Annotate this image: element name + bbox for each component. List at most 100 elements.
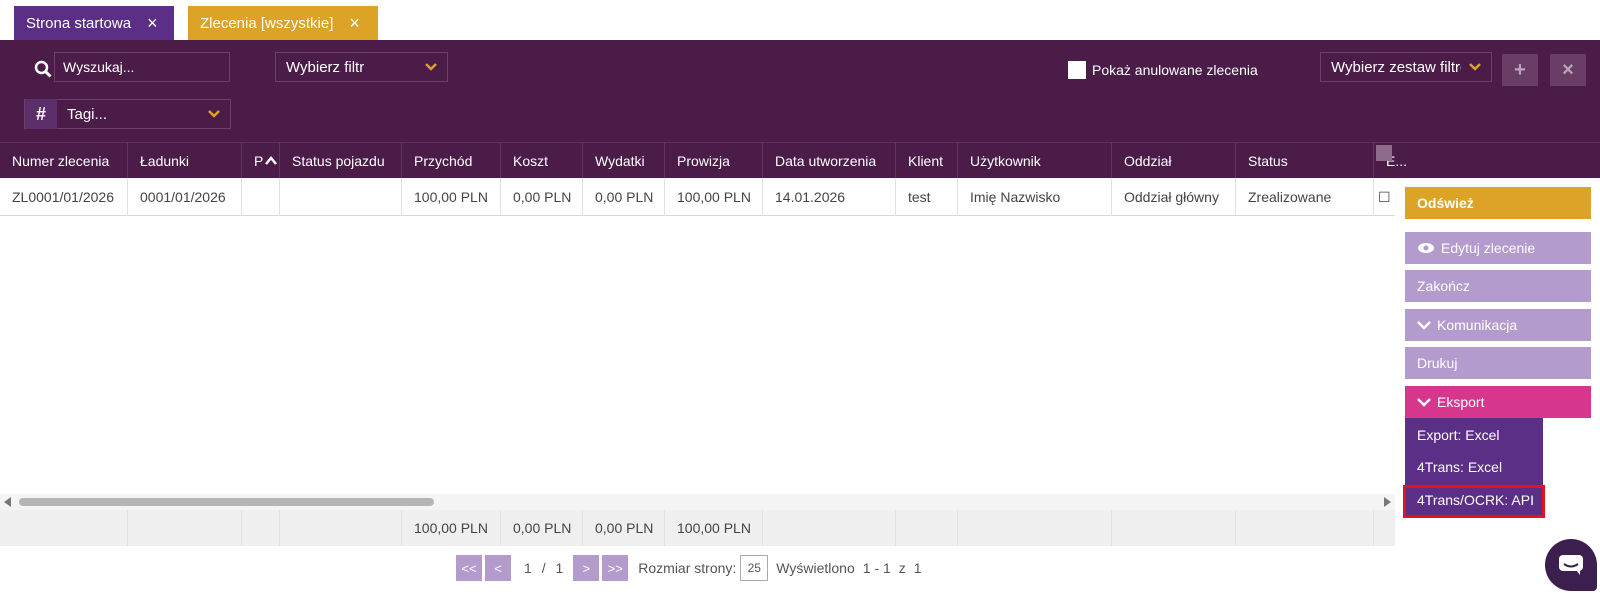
scrollbar-thumb[interactable] [19,498,434,506]
table-row[interactable]: ZL0001/01/2026 0001/01/2026 100,00 PLN 0… [0,178,1395,216]
sort-up-icon [265,156,278,165]
tab-home-label: Strona startowa [26,14,132,32]
filter-select[interactable]: Wybierz filtr [275,52,448,82]
column-header[interactable]: Użytkownik [958,143,1112,179]
tab-bar: Strona startowa × Zlecenia [wszystkie] × [0,0,1600,40]
refresh-button[interactable]: Odśwież [1405,187,1591,219]
gear-icon[interactable] [1376,145,1392,161]
finish-button[interactable]: Zakończ [1405,270,1591,302]
first-page-button[interactable]: << [456,555,482,581]
cell-expenses: 0,00 PLN [583,178,665,216]
column-header[interactable]: Numer zlecenia [0,143,128,179]
shown-range: 1 - 1 [862,560,891,576]
column-header[interactable]: Koszt [501,143,583,179]
column-header[interactable]: Wydatki [583,143,665,179]
shown-total: 1 [913,560,922,576]
filter-set-label: Wybierz zestaw filtrów [1331,58,1461,76]
tab-orders-label: Zlecenia [wszystkie] [200,14,334,32]
total-cell-empty [280,510,402,546]
totals-row: 100,00 PLN 0,00 PLN 0,00 PLN 100,00 PLN [0,510,1395,546]
total-cell-empty [242,510,280,546]
cell-cost: 0,00 PLN [501,178,583,216]
close-icon[interactable]: × [147,14,158,32]
tab-orders[interactable]: Zlecenia [wszystkie] × [188,6,378,40]
prev-page-button[interactable]: < [485,555,511,581]
page-size-input[interactable]: 25 [740,555,769,581]
horizontal-scrollbar[interactable] [0,494,1395,510]
edit-order-label: Edytuj zlecenie [1441,240,1536,256]
total-cell-empty [1112,510,1236,546]
scroll-right-icon[interactable] [1384,497,1391,507]
filter-select-label: Wybierz filtr [286,58,365,76]
total-revenue: 100,00 PLN [402,510,501,546]
tags-select-label: Tagi... [67,105,108,123]
column-header[interactable]: Prowizja [665,143,763,179]
shown-label: Wyświetlono [776,560,855,576]
column-header[interactable]: Ładunki [128,143,242,179]
show-cancelled-toggle[interactable]: Pokaż anulowane zlecenia [1068,61,1258,79]
column-header[interactable]: Data utworzenia [763,143,896,179]
search-input[interactable]: Wyszukaj... [54,52,230,82]
menu-item-export-excel[interactable]: Export: Excel [1405,419,1543,451]
cell-client: test [896,178,958,216]
cell-p [242,178,280,216]
menu-item-4trans-excel[interactable]: 4Trans: Excel [1405,451,1543,483]
column-header[interactable]: Status pojazdu [280,143,402,179]
chevron-down-icon [1417,398,1431,407]
page-size-label: Rozmiar strony: [638,560,737,576]
communication-button[interactable]: Komunikacja [1405,309,1591,341]
page-indicator: 1 / 1 [524,560,563,576]
show-cancelled-label: Pokaż anulowane zlecenia [1092,62,1258,78]
chevron-down-icon [1469,63,1481,71]
total-commission: 100,00 PLN [665,510,763,546]
eye-icon [1418,243,1434,253]
total-cell-empty [896,510,958,546]
total-cell-empty [1236,510,1374,546]
export-label: Eksport [1437,394,1485,410]
highlight-box [1403,485,1545,518]
total-cell-empty [958,510,1112,546]
total-cost: 0,00 PLN [501,510,583,546]
total-cell-empty [0,510,128,546]
export-button[interactable]: Eksport [1405,386,1591,418]
cell-revenue: 100,00 PLN [402,178,501,216]
chevron-down-icon [208,110,220,118]
column-header[interactable]: Przychód [402,143,501,179]
last-page-button[interactable]: >> [602,555,629,581]
chat-button[interactable] [1545,539,1597,591]
chevron-down-icon [1417,321,1431,330]
cell-order-number: ZL0001/01/2026 [0,178,128,216]
column-header-sorted[interactable]: P [242,143,280,179]
edit-order-button[interactable]: Edytuj zlecenie [1405,232,1591,264]
cell-branch: Oddział główny [1112,178,1236,216]
communication-label: Komunikacja [1437,317,1518,333]
total-cell-empty [763,510,896,546]
grid-header: Numer zlecenia Ładunki P Status pojazdu … [0,142,1600,179]
cell-vehicle-status [280,178,402,216]
filter-set-select[interactable]: Wybierz zestaw filtrów [1320,52,1492,82]
pagination: << < 1 / 1 > >> Rozmiar strony: 25 Wyświ… [456,555,922,581]
next-page-button[interactable]: > [573,555,600,581]
cell-e[interactable]: ☐ I [1374,178,1395,216]
column-header[interactable]: Klient [896,143,958,179]
tags-select[interactable]: # Tagi... [24,99,231,129]
page-separator: / [541,560,546,576]
close-icon[interactable]: × [349,14,360,32]
delete-filter-set-button[interactable]: × [1550,54,1586,86]
of-label: z [898,560,906,576]
tab-home[interactable]: Strona startowa × [14,6,174,40]
add-filter-set-button[interactable]: + [1502,54,1538,86]
cell-commission: 100,00 PLN [665,178,763,216]
current-page: 1 [524,560,532,576]
show-cancelled-checkbox[interactable] [1068,61,1086,79]
print-button[interactable]: Drukuj [1405,347,1591,379]
column-header-label: P [254,153,264,169]
chat-icon [1559,555,1583,575]
cell-loads: 0001/01/2026 [128,178,242,216]
column-header[interactable]: Oddział [1112,143,1236,179]
column-header[interactable]: Status [1236,143,1374,179]
chevron-down-icon [425,63,437,71]
scroll-left-icon[interactable] [4,497,11,507]
hashtag-icon: # [25,99,57,129]
total-expenses: 0,00 PLN [583,510,665,546]
